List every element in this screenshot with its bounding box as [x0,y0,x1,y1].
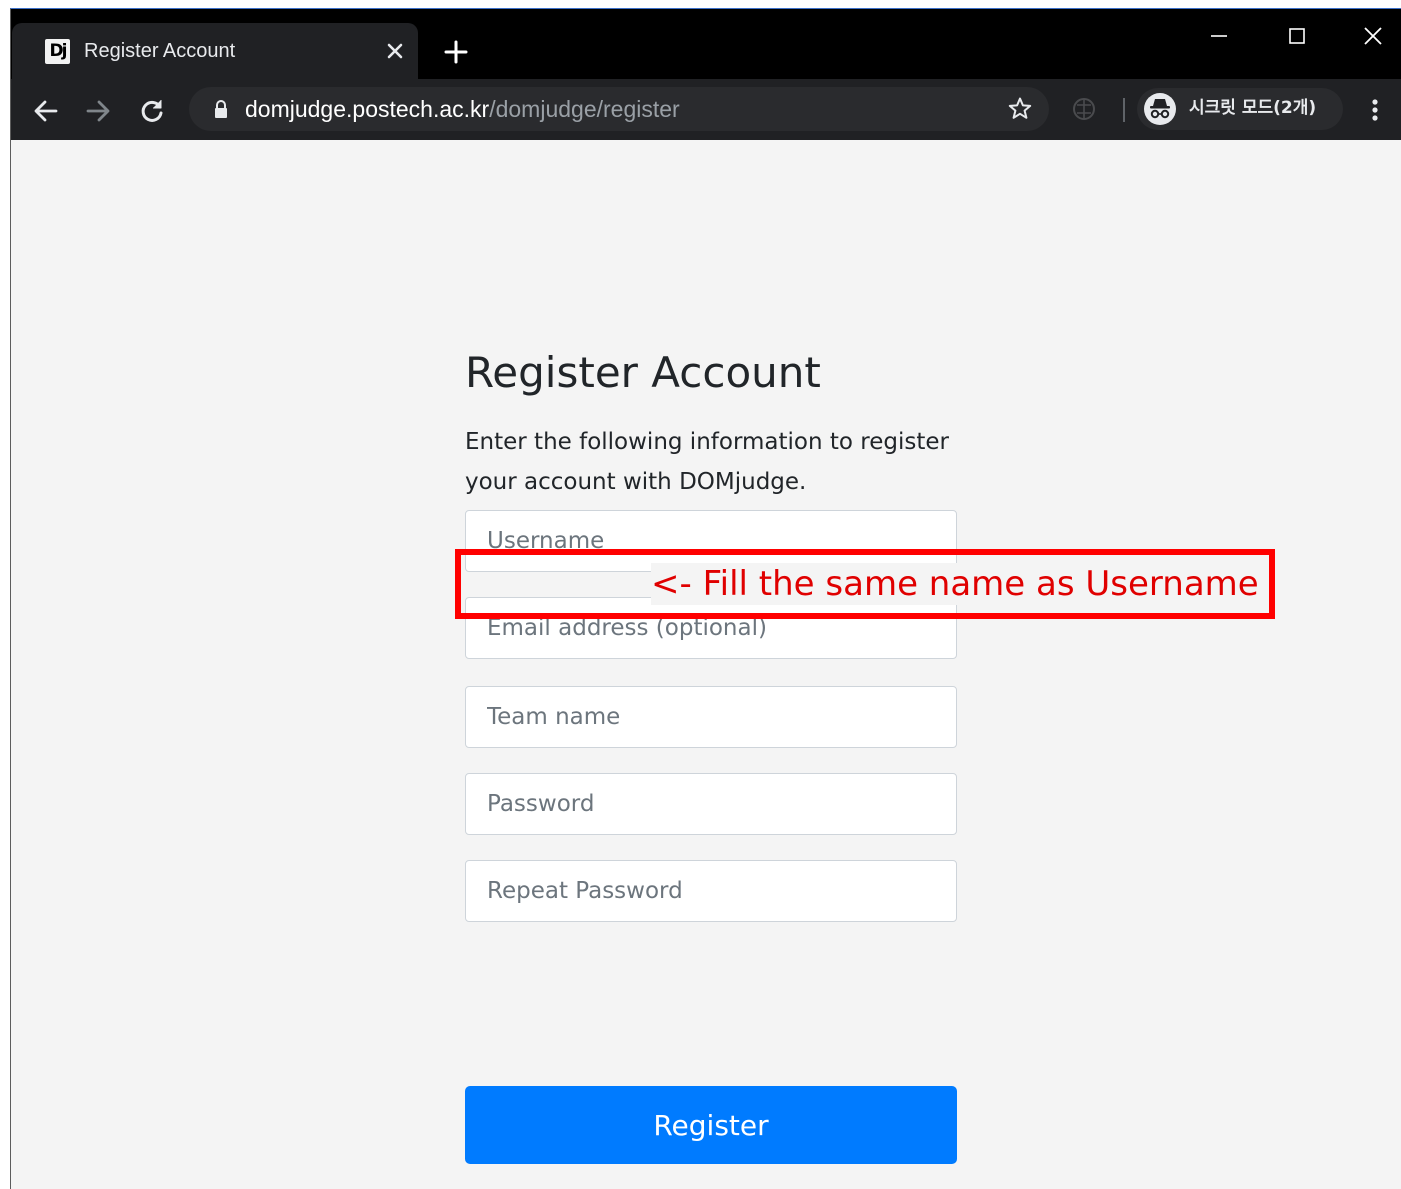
star-icon[interactable] [1007,96,1033,122]
team-name-input[interactable] [465,686,957,748]
browser-window: Dj Register Account domjudge.postech.ac.… [10,8,1401,1189]
intro-text: Enter the following information to regis… [465,429,949,495]
domjudge-favicon-icon: Dj [45,39,70,64]
extension-icon[interactable] [1071,96,1097,122]
lock-icon [215,100,227,118]
repeat-password-input[interactable] [465,860,957,922]
incognito-button[interactable]: 시크릿 모드(2개) [1137,88,1343,130]
tab-register-account[interactable]: Dj Register Account [12,23,418,79]
tab-title: Register Account [84,40,236,62]
window-close-icon[interactable] [1358,21,1388,51]
close-icon[interactable] [382,38,408,64]
plus-icon[interactable] [443,39,469,65]
address-bar[interactable]: domjudge.postech.ac.kr/domjudge/register [189,87,1049,131]
incognito-label: 시크릿 모드(2개) [1189,98,1317,118]
annotation-text: <- Fill the same name as Username [651,563,1265,605]
incognito-icon [1144,93,1176,125]
page-title: Register Account [465,348,821,397]
password-input[interactable] [465,773,957,835]
url-text[interactable]: domjudge.postech.ac.kr/domjudge/register [245,96,680,122]
menu-icon[interactable] [1365,95,1385,125]
email-input[interactable] [465,597,957,659]
register-button[interactable]: Register [465,1086,957,1164]
url-path: /domjudge/register [489,96,680,122]
page-viewport: Register Account Enter the following inf… [11,140,1401,1189]
reload-icon[interactable] [137,96,167,126]
maximize-icon[interactable] [1282,21,1312,51]
back-icon[interactable] [31,96,61,126]
minimize-icon[interactable] [1204,21,1234,51]
toolbar-separator [1123,98,1125,122]
forward-icon[interactable] [83,96,113,126]
tab-strip: Dj Register Account [11,9,1401,79]
url-host: domjudge.postech.ac.kr [245,96,490,122]
